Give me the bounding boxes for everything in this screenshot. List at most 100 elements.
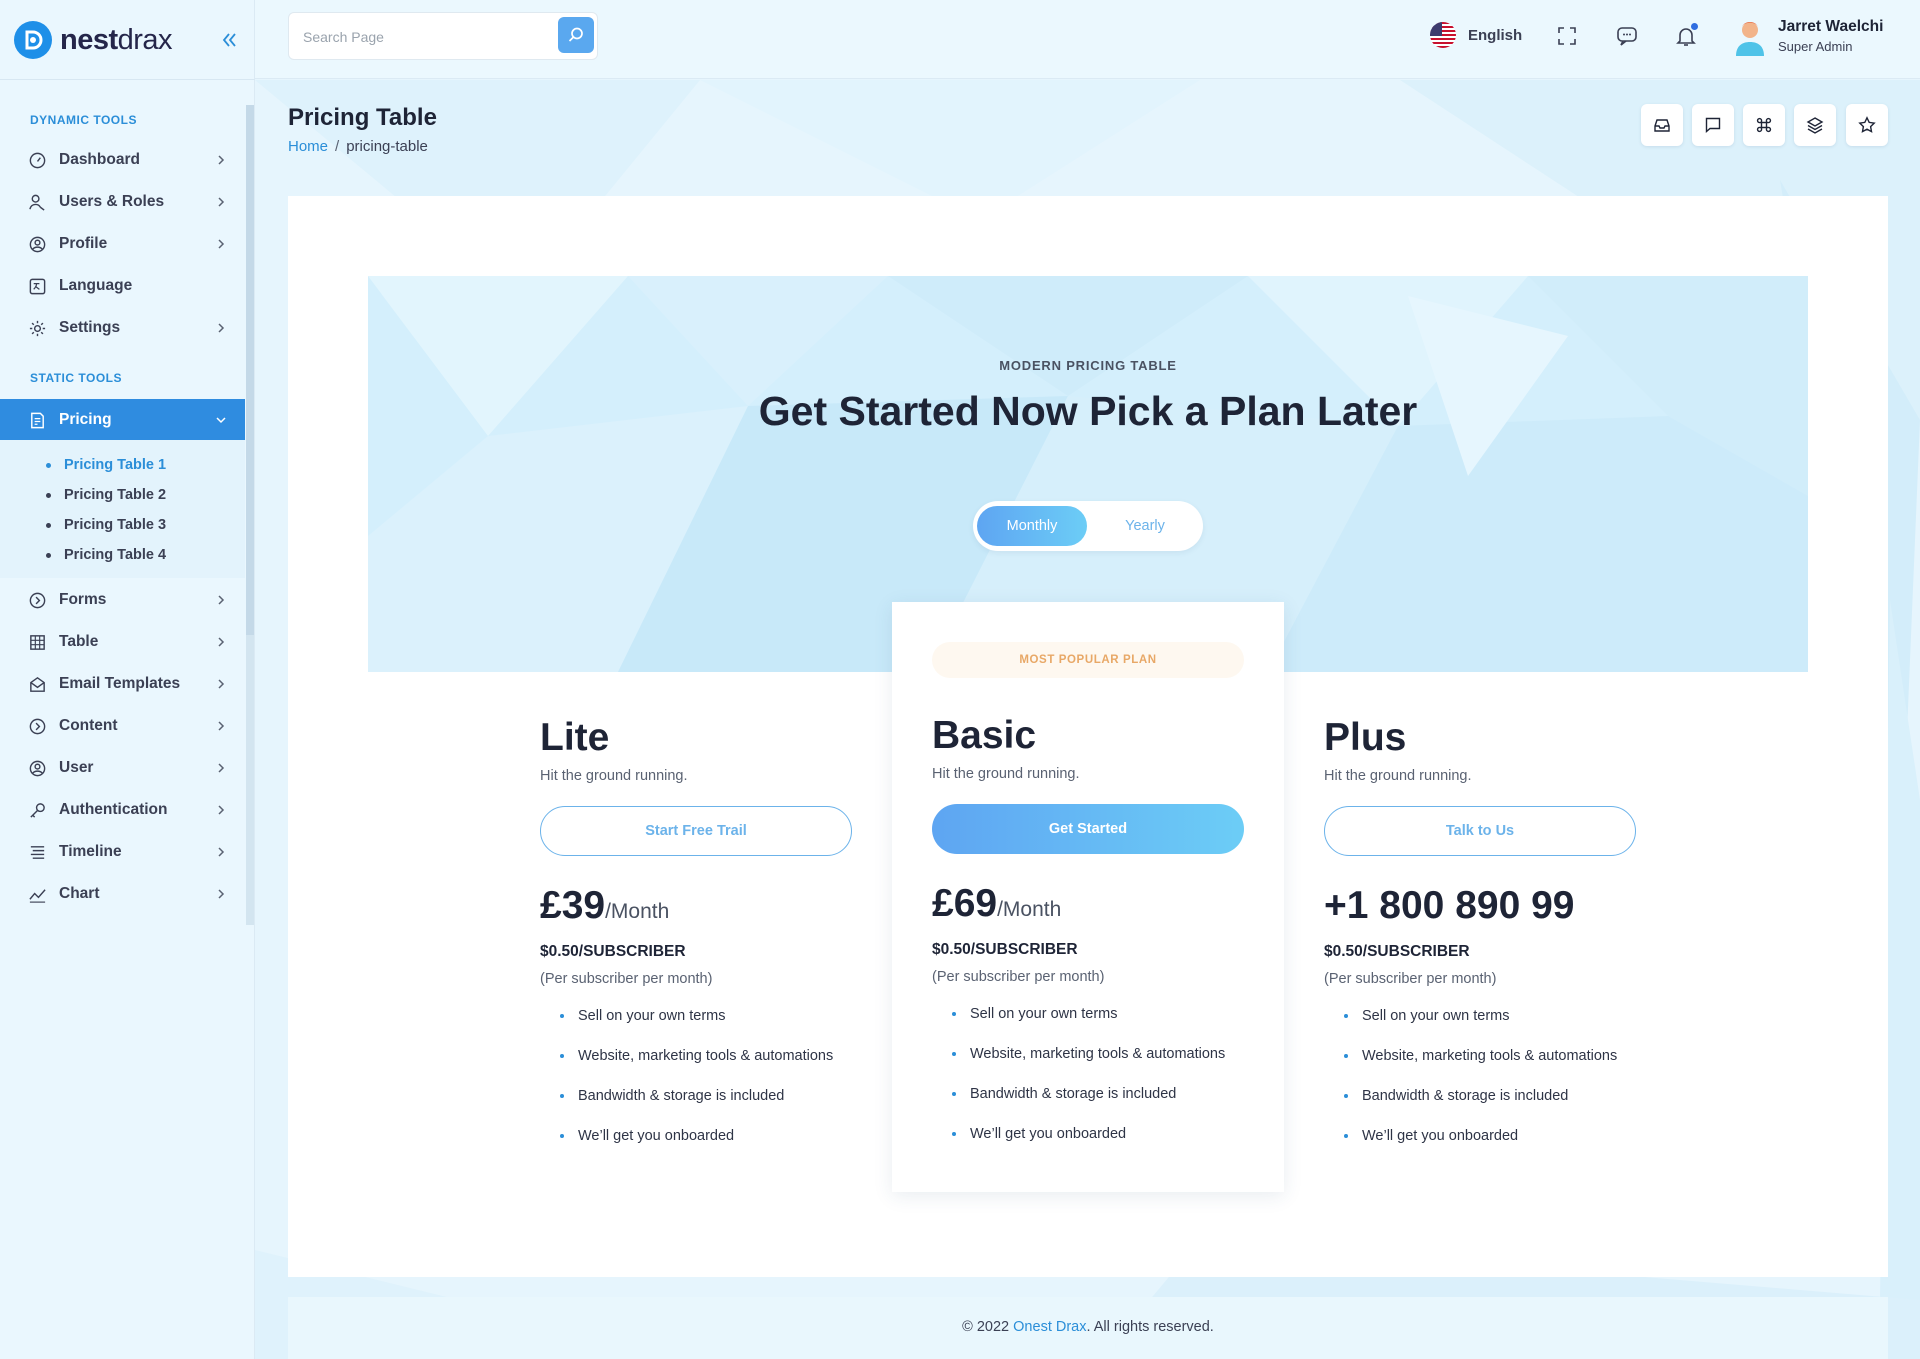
sidebar-item-pricing[interactable]: Pricing xyxy=(0,399,245,441)
gauge-icon xyxy=(29,152,46,169)
layers-button[interactable] xyxy=(1794,104,1836,146)
brand-name: nestdrax xyxy=(60,23,173,57)
sidebar-item-forms[interactable]: Forms xyxy=(0,579,245,621)
plan-name: Lite xyxy=(540,716,610,759)
bullet-dot xyxy=(46,492,51,498)
sidebar-item-settings[interactable]: Settings xyxy=(0,307,245,349)
sidebar-subitem-pricing-table-2[interactable]: Pricing Table 2 xyxy=(46,487,166,503)
sidebar-scrollbar-thumb[interactable] xyxy=(246,105,254,635)
chevron-right-icon xyxy=(218,889,225,899)
breadcrumb-home-link[interactable]: Home xyxy=(288,138,328,155)
sidebar-item-users-roles[interactable]: Users & Roles xyxy=(0,181,245,223)
layers-icon xyxy=(1806,117,1824,134)
favorite-button[interactable] xyxy=(1846,104,1888,146)
sidebar-subitem-pricing-table-1[interactable]: Pricing Table 1 xyxy=(46,457,166,473)
star-icon xyxy=(1858,116,1876,133)
sidebar-item-timeline[interactable]: Timeline xyxy=(0,831,245,873)
search-input[interactable] xyxy=(303,25,543,49)
feature-item: We’ll get you onboarded xyxy=(1344,1128,1518,1144)
sidebar-item-label: Table xyxy=(59,633,99,650)
users-icon xyxy=(29,194,45,211)
gear-icon xyxy=(29,320,46,337)
mail-icon xyxy=(30,676,45,692)
user-circle-icon xyxy=(29,760,46,777)
timeline-icon xyxy=(30,846,45,859)
feature-text: We’ll get you onboarded xyxy=(970,1126,1127,1142)
bullet-dot xyxy=(1344,1054,1348,1058)
feature-item: Sell on your own terms xyxy=(1344,1008,1509,1024)
section-static-tools: STATIC TOOLS xyxy=(30,371,122,385)
language-selector[interactable]: English xyxy=(1430,22,1522,48)
user-menu[interactable]: Jarret Waelchi Super Admin xyxy=(1732,16,1883,56)
command-button[interactable] xyxy=(1743,104,1785,146)
footer-brand-link[interactable]: Onest Drax xyxy=(1013,1319,1086,1335)
sidebar-subitem-pricing-table-4[interactable]: Pricing Table 4 xyxy=(46,547,166,563)
sidebar-item-email-templates[interactable]: Email Templates xyxy=(0,663,245,705)
sidebar-item-chart[interactable]: Chart xyxy=(0,873,245,915)
chevron-right-icon xyxy=(218,595,225,605)
subitem-label: Pricing Table 3 xyxy=(64,517,167,533)
search-box xyxy=(288,12,598,60)
chat-icon[interactable] xyxy=(1615,24,1639,48)
breadcrumb-current: pricing-table xyxy=(346,138,428,155)
sidebar-divider xyxy=(0,79,255,80)
chevron-right-icon xyxy=(218,637,225,647)
bullet-dot xyxy=(560,1134,564,1138)
top-header: English Jarret Waelchi Super Admin xyxy=(255,0,1920,79)
page-title: Pricing Table xyxy=(288,104,437,131)
plan-tagline: Hit the ground running. xyxy=(932,766,1080,782)
inbox-button[interactable] xyxy=(1641,104,1683,146)
sidebar-item-content[interactable]: Content xyxy=(0,705,245,747)
breadcrumb: Home / pricing-table xyxy=(288,138,428,155)
bullet-dot xyxy=(952,1092,956,1096)
brand-name-bold: nest xyxy=(60,23,118,56)
avatar xyxy=(1732,16,1768,56)
arrow-circle-icon xyxy=(29,592,46,609)
sidebar-item-label: Authentication xyxy=(59,801,168,818)
sidebar-item-user[interactable]: User xyxy=(0,747,245,789)
toggle-yearly[interactable]: Yearly xyxy=(1090,506,1200,546)
message-button[interactable] xyxy=(1692,104,1734,146)
plan-tagline: Hit the ground running. xyxy=(540,768,688,784)
sidebar-item-table[interactable]: Table xyxy=(0,621,245,663)
chevron-right-icon xyxy=(218,323,225,333)
bullet-dot xyxy=(952,1132,956,1136)
feature-item: Website, marketing tools & automations xyxy=(1344,1048,1617,1064)
plan-subscriber-rate: $0.50/SUBSCRIBER xyxy=(932,941,1078,958)
fullscreen-icon[interactable] xyxy=(1555,24,1579,48)
grid-icon xyxy=(30,635,45,650)
receipt-icon xyxy=(31,412,44,429)
toggle-monthly[interactable]: Monthly xyxy=(977,506,1087,546)
feature-item: Website, marketing tools & automations xyxy=(560,1048,833,1064)
subitem-label: Pricing Table 4 xyxy=(64,547,167,563)
section-dynamic-tools: DYNAMIC TOOLS xyxy=(30,113,137,127)
brand-name-light: drax xyxy=(117,23,173,56)
sidebar-item-label: Language xyxy=(59,277,133,294)
sidebar-item-profile[interactable]: Profile xyxy=(0,223,245,265)
chevron-right-icon xyxy=(218,155,225,165)
sidebar-item-label: User xyxy=(59,759,94,776)
start-free-trial-button[interactable]: Start Free Trail xyxy=(540,806,852,856)
sidebar-item-dashboard[interactable]: Dashboard xyxy=(0,139,245,181)
sidebar-item-authentication[interactable]: Authentication xyxy=(0,789,245,831)
feature-item: We’ll get you onboarded xyxy=(952,1126,1126,1142)
sidebar-item-label: Forms xyxy=(59,591,107,608)
collapse-sidebar-icon[interactable] xyxy=(220,29,238,51)
bullet-dot xyxy=(560,1094,564,1098)
search-button[interactable] xyxy=(558,17,594,53)
plan-note: (Per subscriber per month) xyxy=(1324,971,1497,987)
sidebar-item-language[interactable]: Language xyxy=(0,265,245,307)
sidebar-item-label: Content xyxy=(59,717,118,734)
key-icon xyxy=(30,803,45,818)
subitem-label: Pricing Table 1 xyxy=(64,457,167,473)
plan-price: £69/Month xyxy=(932,882,1061,926)
chevron-right-icon xyxy=(218,763,225,773)
feature-text: Sell on your own terms xyxy=(970,1006,1118,1022)
feature-item: Website, marketing tools & automations xyxy=(952,1046,1225,1062)
talk-to-us-button[interactable]: Talk to Us xyxy=(1324,806,1636,856)
plan-name: Plus xyxy=(1324,716,1407,759)
footer: © 2022 Onest Drax. All rights reserved. xyxy=(288,1297,1888,1359)
get-started-button[interactable]: Get Started xyxy=(932,804,1244,854)
sidebar-subitem-pricing-table-3[interactable]: Pricing Table 3 xyxy=(46,517,166,533)
brand-logo[interactable]: nestdrax xyxy=(14,20,173,60)
